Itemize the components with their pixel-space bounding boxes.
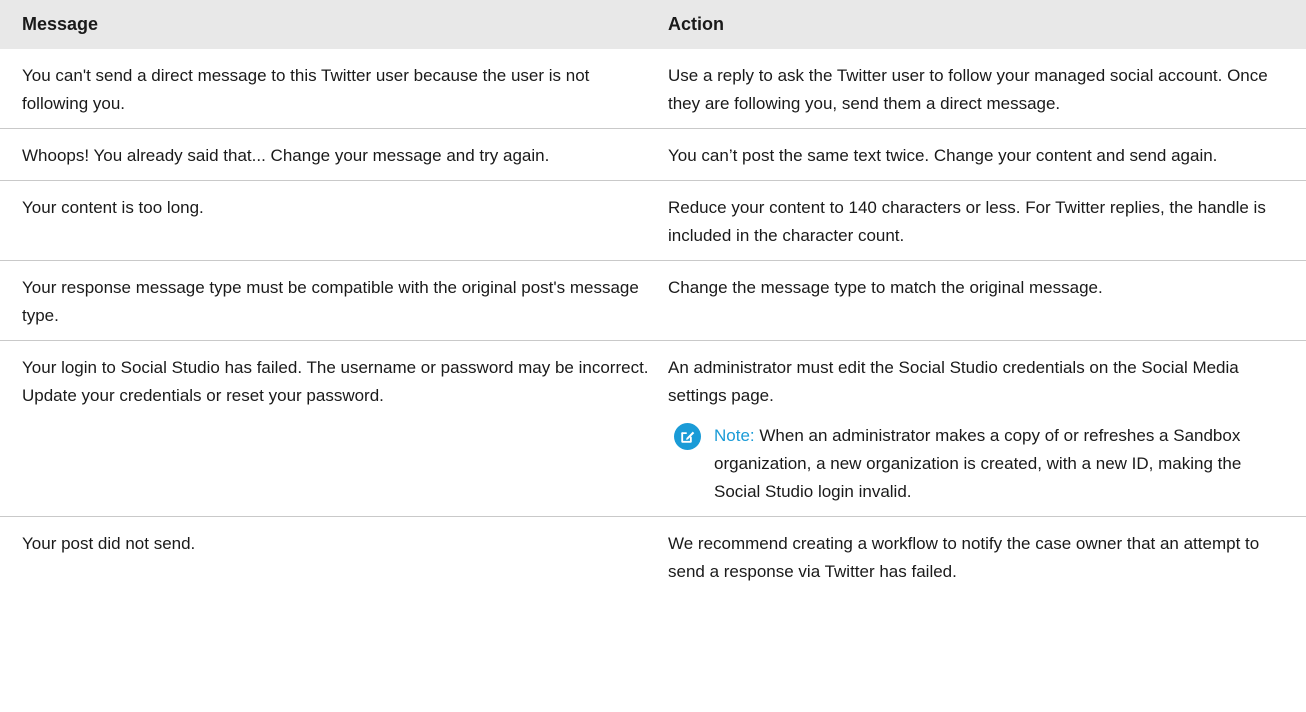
message-cell: Your response message type must be compa… [0, 260, 658, 341]
column-header-message: Message [0, 0, 658, 49]
action-cell: You can’t post the same text twice. Chan… [658, 128, 1306, 181]
error-messages-table: Message Action You can't send a direct m… [0, 0, 1306, 596]
message-cell: You can't send a direct message to this … [0, 49, 658, 129]
action-cell: Use a reply to ask the Twitter user to f… [658, 49, 1306, 129]
message-cell: Your login to Social Studio has failed. … [0, 340, 658, 517]
action-cell: Reduce your content to 140 characters or… [658, 180, 1306, 261]
message-cell: Your content is too long. [0, 180, 658, 261]
action-cell: We recommend creating a workflow to noti… [668, 534, 1260, 581]
note-body: Note: When an administrator makes a copy… [714, 422, 1292, 506]
action-cell: An administrator must edit the Social St… [658, 340, 1306, 517]
action-text: An administrator must edit the Social St… [668, 358, 1239, 405]
message-cell: Whoops! You already said that... Change … [0, 128, 658, 181]
table-row: Whoops! You already said that... Change … [0, 128, 1306, 181]
action-cell: Change the message type to match the ori… [658, 260, 1306, 341]
table-header-row: Message Action [0, 0, 1306, 49]
edit-note-icon [674, 423, 701, 450]
table-row: Your login to Social Studio has failed. … [0, 340, 1306, 517]
table-row: Your post did not send. We recommend cre… [0, 517, 1306, 597]
note-callout: Note: When an administrator makes a copy… [668, 422, 1292, 506]
table-row: You can't send a direct message to this … [0, 49, 1306, 129]
message-cell: Your post did not send. [22, 534, 196, 553]
note-label: Note: [714, 426, 755, 445]
table-row: Your response message type must be compa… [0, 260, 1306, 341]
note-text: When an administrator makes a copy of or… [714, 426, 1242, 501]
table-row: Your content is too long. Reduce your co… [0, 180, 1306, 261]
column-header-action: Action [658, 0, 1306, 49]
